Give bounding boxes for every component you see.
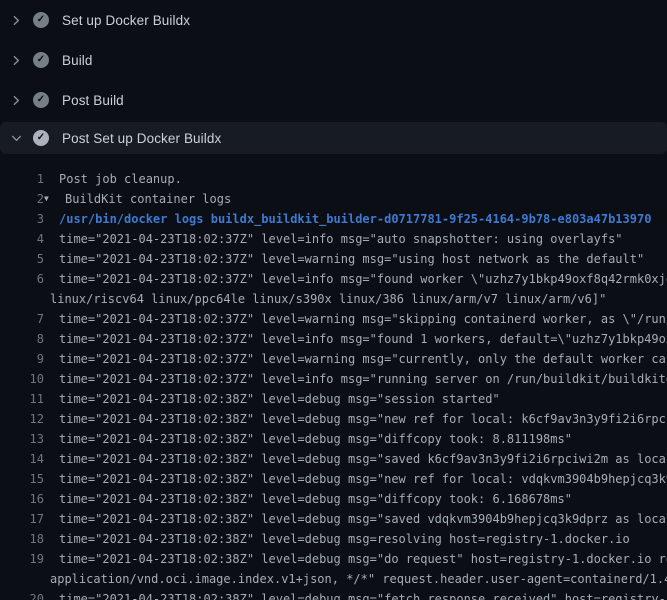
log-line: 2 ▼ BuildKit container logs [0, 189, 667, 209]
log-line: 18 time="2021-04-23T18:02:38Z" level=deb… [0, 529, 667, 549]
log-line-text: time="2021-04-23T18:02:38Z" level=debug … [59, 509, 667, 529]
log-line-number[interactable]: 3 [0, 209, 44, 229]
log-line: 12 time="2021-04-23T18:02:38Z" level=deb… [0, 409, 667, 429]
log-line: 8 time="2021-04-23T18:02:37Z" level=info… [0, 329, 667, 349]
log-line: linux/riscv64 linux/ppc64le linux/s390x … [0, 289, 667, 309]
log-line: 7 time="2021-04-23T18:02:37Z" level=warn… [0, 309, 667, 329]
log-line-number[interactable]: 17 [0, 509, 44, 529]
log-line-number[interactable] [0, 569, 44, 589]
log-line-text: linux/riscv64 linux/ppc64le linux/s390x … [50, 289, 606, 309]
log-line: 5 time="2021-04-23T18:02:37Z" level=warn… [0, 249, 667, 269]
log-line-text: time="2021-04-23T18:02:37Z" level=warnin… [59, 349, 667, 369]
log-line-text: time="2021-04-23T18:02:38Z" level=debug … [59, 529, 630, 549]
log-line-text: BuildKit container logs [65, 189, 231, 209]
log-line-number[interactable]: 13 [0, 429, 44, 449]
chevron-right-icon [10, 94, 23, 107]
log-line-text: time="2021-04-23T18:02:37Z" level=warnin… [59, 249, 644, 269]
log-line: 1 Post job cleanup. [0, 169, 667, 189]
step-label: Post Build [62, 93, 124, 108]
log-line-number[interactable]: 5 [0, 249, 44, 269]
log-line-number[interactable]: 6 [0, 269, 44, 289]
step-header-set-up-docker-buildx[interactable]: ✓ Set up Docker Buildx [0, 0, 667, 40]
log-line-text: time="2021-04-23T18:02:38Z" level=debug … [59, 409, 667, 429]
check-circle-icon: ✓ [33, 92, 49, 108]
log-line: 15 time="2021-04-23T18:02:38Z" level=deb… [0, 469, 667, 489]
log-line-number[interactable]: 20 [0, 589, 44, 600]
step-header-post-set-up-docker-buildx[interactable]: ✓ Post Set up Docker Buildx [0, 122, 667, 154]
log-line-number[interactable]: 12 [0, 409, 44, 429]
chevron-down-icon [10, 132, 23, 145]
log-line: 20 time="2021-04-23T18:02:38Z" level=deb… [0, 589, 667, 600]
log-line-number[interactable]: 15 [0, 469, 44, 489]
log-line-text: time="2021-04-23T18:02:37Z" level=info m… [59, 269, 667, 289]
log-line: 11 time="2021-04-23T18:02:38Z" level=deb… [0, 389, 667, 409]
log-line: 9 time="2021-04-23T18:02:37Z" level=warn… [0, 349, 667, 369]
log-line-text: time="2021-04-23T18:02:38Z" level=debug … [59, 429, 572, 449]
log-line-text: time="2021-04-23T18:02:37Z" level=info m… [59, 329, 667, 349]
log-line: 6 time="2021-04-23T18:02:37Z" level=info… [0, 269, 667, 289]
log-line-number[interactable]: 8 [0, 329, 44, 349]
chevron-right-icon [10, 14, 23, 27]
collapse-triangle-icon[interactable]: ▼ [44, 189, 55, 209]
log-line: 14 time="2021-04-23T18:02:38Z" level=deb… [0, 449, 667, 469]
log-line-text: /usr/bin/docker logs buildx_buildkit_bui… [59, 209, 651, 229]
log-line-text: time="2021-04-23T18:02:38Z" level=debug … [59, 589, 667, 600]
step-label: Post Set up Docker Buildx [62, 131, 221, 146]
chevron-right-icon [10, 54, 23, 67]
log-line: 13 time="2021-04-23T18:02:38Z" level=deb… [0, 429, 667, 449]
log-line-number[interactable]: 2 [0, 189, 44, 209]
log-line: 10 time="2021-04-23T18:02:37Z" level=inf… [0, 369, 667, 389]
log-output: 1 Post job cleanup. 2 ▼ BuildKit containe… [0, 169, 667, 600]
log-line-text: time="2021-04-23T18:02:37Z" level=info m… [59, 369, 667, 389]
log-line: 4 time="2021-04-23T18:02:37Z" level=info… [0, 229, 667, 249]
log-line-text: application/vnd.oci.image.index.v1+json,… [50, 569, 667, 589]
step-header-post-build[interactable]: ✓ Post Build [0, 80, 667, 120]
log-line-number[interactable]: 11 [0, 389, 44, 409]
log-line-number[interactable] [0, 289, 44, 309]
log-line-number[interactable]: 9 [0, 349, 44, 369]
log-line-text: time="2021-04-23T18:02:38Z" level=debug … [59, 389, 500, 409]
log-line: 3 /usr/bin/docker logs buildx_buildkit_b… [0, 209, 667, 229]
log-line: 19 time="2021-04-23T18:02:38Z" level=deb… [0, 549, 667, 569]
log-line-number[interactable]: 18 [0, 529, 44, 549]
log-line-number[interactable]: 16 [0, 489, 44, 509]
log-line-number[interactable]: 19 [0, 549, 44, 569]
log-line: 17 time="2021-04-23T18:02:38Z" level=deb… [0, 509, 667, 529]
log-line: application/vnd.oci.image.index.v1+json,… [0, 569, 667, 589]
log-line-text: Post job cleanup. [59, 169, 182, 189]
log-line: 16 time="2021-04-23T18:02:38Z" level=deb… [0, 489, 667, 509]
log-line-number[interactable]: 4 [0, 229, 44, 249]
step-label: Build [62, 53, 93, 68]
check-circle-icon: ✓ [33, 130, 49, 146]
log-line-number[interactable]: 14 [0, 449, 44, 469]
log-line-text: time="2021-04-23T18:02:38Z" level=debug … [59, 449, 667, 469]
step-header-build[interactable]: ✓ Build [0, 40, 667, 80]
actions-log-viewer: ✓ Set up Docker Buildx ✓ Build ✓ Post Bu… [0, 0, 667, 600]
log-line-text: time="2021-04-23T18:02:37Z" level=warnin… [59, 309, 667, 329]
check-circle-icon: ✓ [33, 12, 49, 28]
log-line-number[interactable]: 10 [0, 369, 44, 389]
log-line-text: time="2021-04-23T18:02:38Z" level=debug … [59, 489, 572, 509]
log-line-text: time="2021-04-23T18:02:38Z" level=debug … [59, 469, 667, 489]
log-line-number[interactable]: 1 [0, 169, 44, 189]
log-line-text: time="2021-04-23T18:02:37Z" level=info m… [59, 229, 623, 249]
log-line-text: time="2021-04-23T18:02:38Z" level=debug … [59, 549, 667, 569]
step-label: Set up Docker Buildx [62, 13, 190, 28]
step-list: ✓ Set up Docker Buildx ✓ Build ✓ Post Bu… [0, 0, 667, 154]
check-circle-icon: ✓ [33, 52, 49, 68]
log-line-number[interactable]: 7 [0, 309, 44, 329]
